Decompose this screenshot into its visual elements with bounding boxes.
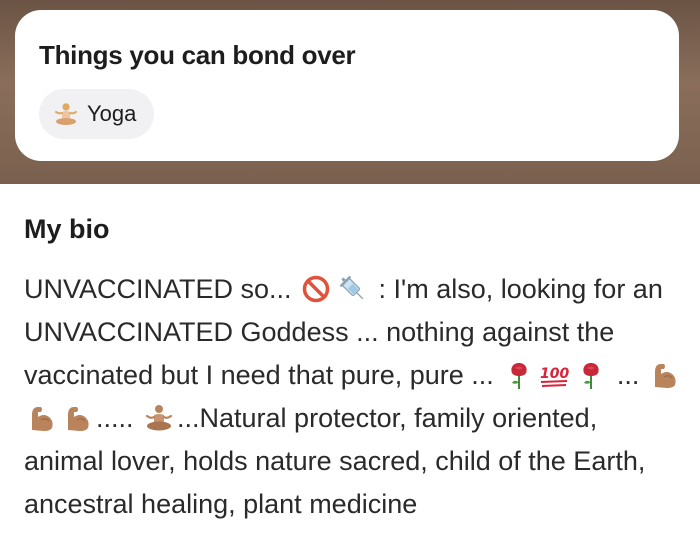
syringe-icon: [337, 274, 369, 304]
flexed-biceps-icon: [62, 403, 94, 433]
hundred-points-icon: 100: [539, 360, 571, 390]
bio-text: UNVACCINATED so... : I'm also, looking f…: [24, 268, 684, 526]
meditating-person-icon: [143, 403, 175, 433]
rose-icon: [575, 360, 607, 390]
svg-text:100: 100: [540, 366, 569, 382]
bio-section: My bio UNVACCINATED so... : I'm also, lo…: [0, 184, 700, 560]
bond-over-title: Things you can bond over: [39, 40, 356, 70]
no-entry-icon: [301, 274, 333, 304]
interest-chip-yoga[interactable]: Yoga: [39, 89, 155, 139]
flexed-biceps-icon: [649, 360, 681, 390]
flexed-biceps-icon: [26, 403, 58, 433]
bio-segment: ...: [609, 360, 647, 390]
bio-segment: UNVACCINATED so...: [24, 274, 300, 304]
interest-chip-label: Yoga: [87, 101, 137, 126]
meditating-person-icon: [53, 101, 79, 127]
bio-heading: My bio: [24, 214, 110, 244]
bond-over-card: Things you can bond over Yoga: [15, 10, 679, 161]
bio-segment: .....: [96, 403, 142, 433]
rose-icon: [503, 360, 535, 390]
